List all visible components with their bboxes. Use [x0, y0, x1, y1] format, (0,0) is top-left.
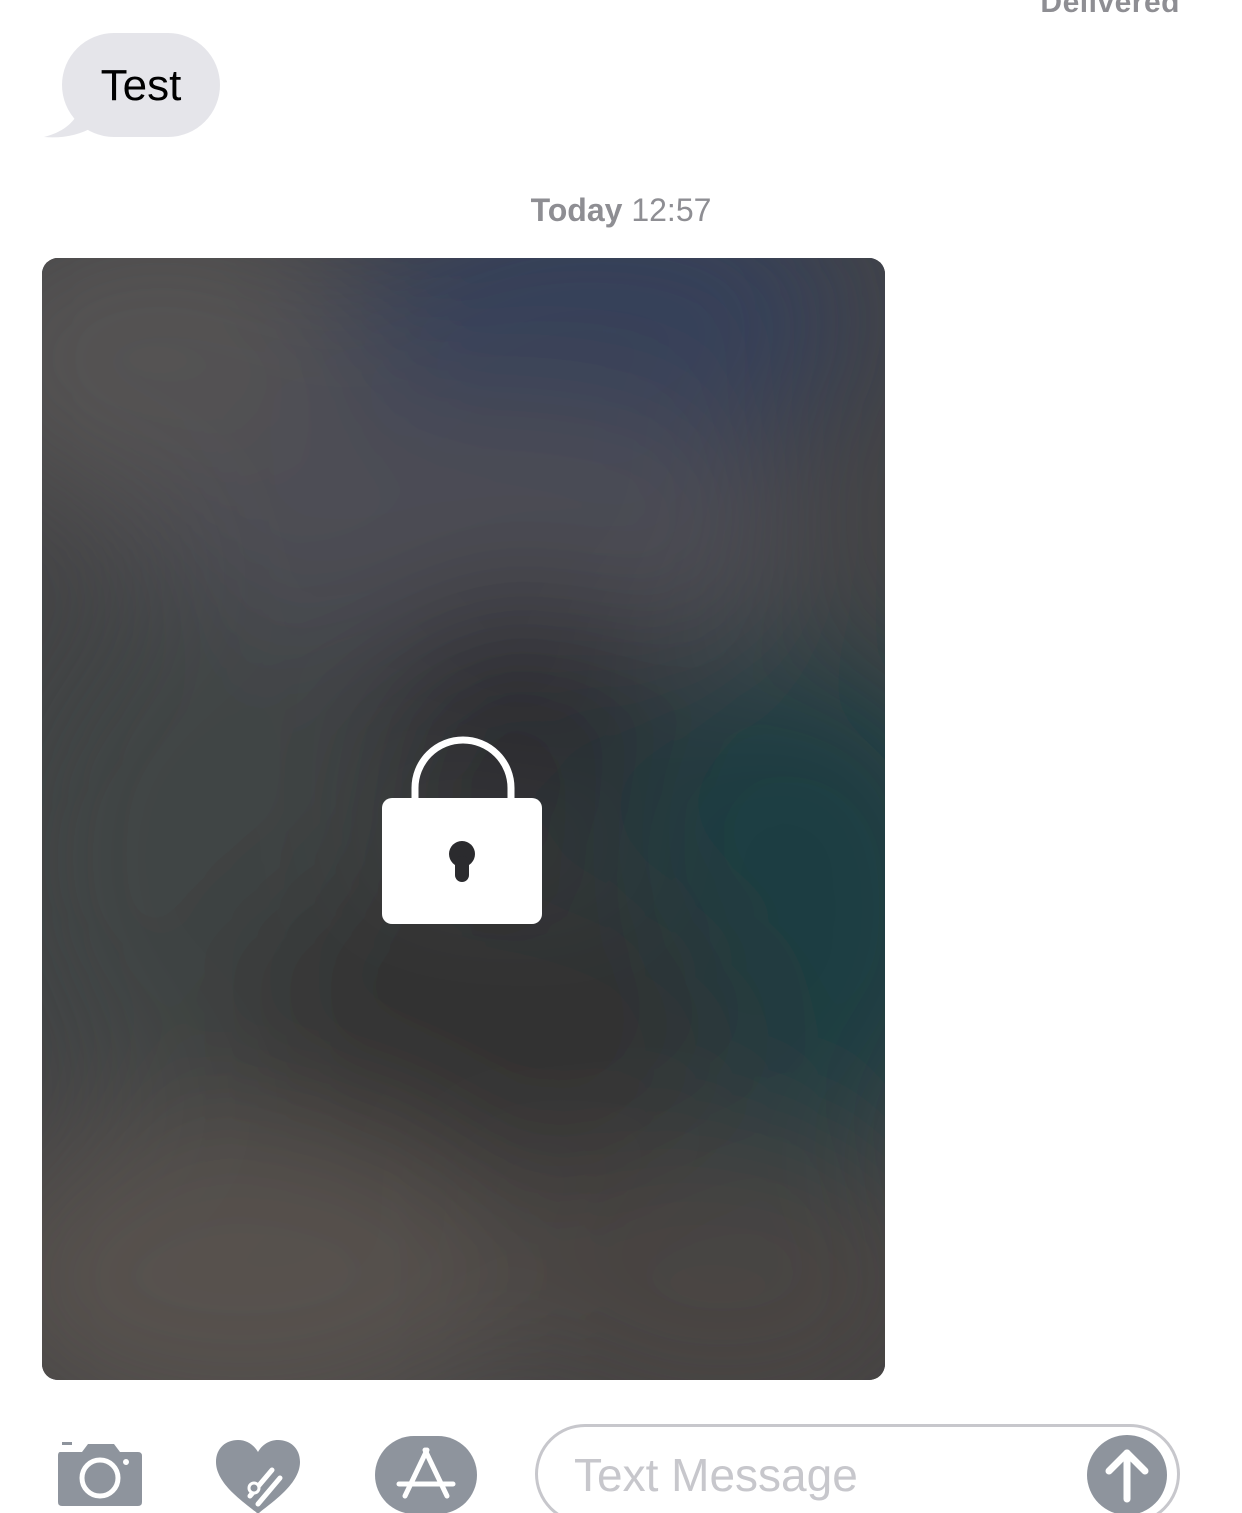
- timestamp-time: 12:57: [631, 192, 712, 228]
- message-text: Test: [100, 61, 182, 110]
- app-store-icon[interactable]: [375, 1436, 477, 1513]
- send-arrow-icon[interactable]: [1087, 1435, 1167, 1513]
- message-timestamp: Today 12:57: [0, 192, 1242, 229]
- message-toolbar: [0, 1420, 1242, 1513]
- message-bubble: Test: [62, 33, 220, 137]
- message-input[interactable]: [574, 1445, 1074, 1505]
- timestamp-day: Today: [530, 192, 623, 228]
- message-field[interactable]: [535, 1424, 1180, 1513]
- camera-icon[interactable]: [56, 1440, 144, 1506]
- incoming-message[interactable]: Test: [42, 33, 232, 143]
- messages-screen: Delivered Test Today 12:57: [0, 0, 1242, 1513]
- lock-icon: [382, 736, 542, 924]
- digital-touch-heart-icon[interactable]: [214, 1440, 302, 1513]
- delivered-status: Delivered: [1040, 0, 1180, 19]
- locked-image-attachment[interactable]: [42, 258, 885, 1380]
